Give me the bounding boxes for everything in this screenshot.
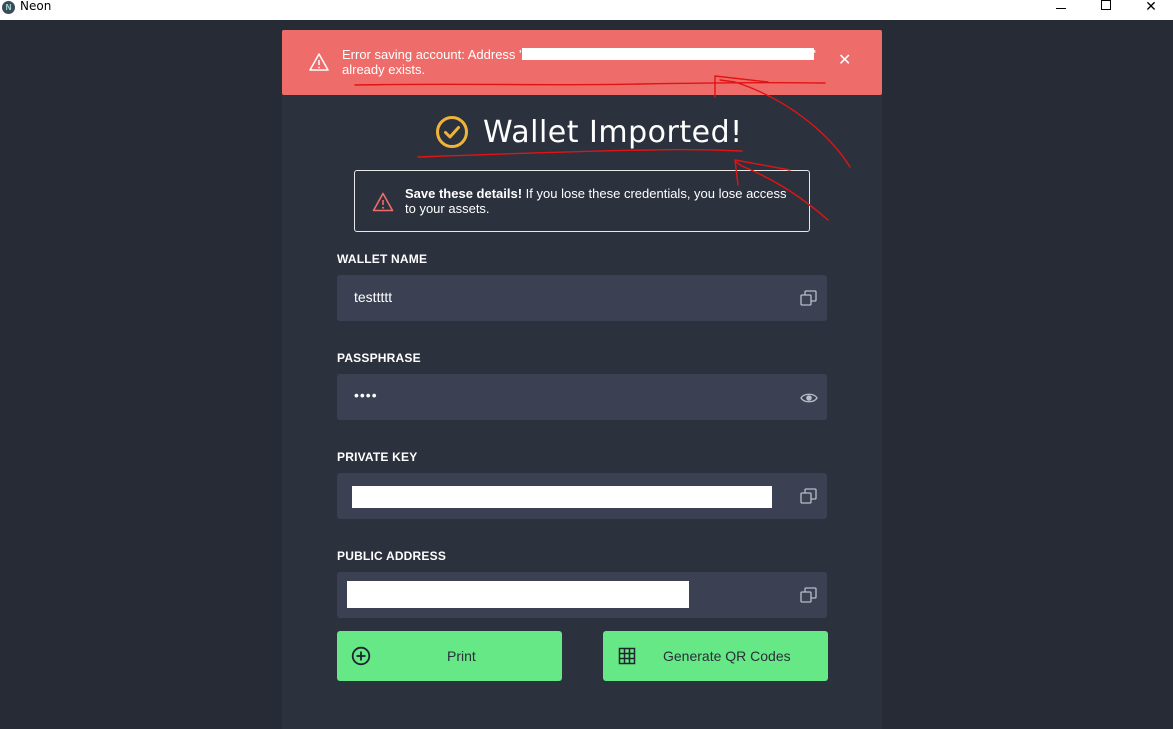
error-text-before: Error saving account: Address ' [342, 47, 522, 62]
minimize-icon [1056, 7, 1066, 9]
page-title: Wallet Imported! [483, 114, 743, 150]
private-key-field[interactable] [337, 473, 827, 519]
passphrase-field[interactable]: •••• [337, 374, 827, 420]
eye-icon[interactable] [800, 390, 818, 406]
redacted-address [521, 48, 814, 60]
public-address-field[interactable] [337, 572, 827, 618]
warning-icon [309, 53, 329, 71]
maximize-icon [1101, 0, 1111, 10]
neon-app-icon: N [2, 1, 15, 14]
print-button[interactable]: Print [337, 631, 562, 681]
window-title: Neon [20, 0, 52, 13]
passphrase-value: •••• [354, 387, 378, 403]
window-close-button[interactable]: ✕ [1136, 0, 1166, 14]
minimize-button[interactable] [1046, 0, 1076, 12]
redacted-public-address [347, 581, 689, 608]
copy-icon[interactable] [800, 488, 818, 504]
passphrase-label: PASSPHRASE [337, 351, 421, 365]
plus-circle-icon [351, 646, 371, 666]
maximize-button[interactable] [1091, 0, 1121, 12]
wallet-name-label: WALLET NAME [337, 252, 428, 266]
close-icon: ✕ [1145, 0, 1157, 14]
error-close-button[interactable]: ✕ [838, 52, 851, 70]
public-address-label: PUBLIC ADDRESS [337, 549, 447, 563]
copy-icon[interactable] [800, 587, 818, 603]
notice-text: Save these details! If you lose these cr… [405, 186, 795, 216]
private-key-label: PRIVATE KEY [337, 450, 418, 464]
generate-qr-button[interactable]: Generate QR Codes [603, 631, 828, 681]
generate-qr-label: Generate QR Codes [663, 648, 791, 664]
check-circle-icon [436, 116, 468, 148]
error-message: Error saving account: Address ' ' already… [342, 47, 842, 77]
warning-icon [372, 192, 394, 212]
grid-icon [618, 647, 636, 665]
wallet-name-value: testtttt [354, 289, 393, 305]
wallet-name-field[interactable]: testtttt [337, 275, 827, 321]
copy-icon[interactable] [800, 290, 818, 306]
redacted-private-key [352, 486, 772, 508]
notice-bold: Save these details! [405, 186, 523, 201]
error-banner: Error saving account: Address ' ' already… [282, 30, 882, 95]
window-title-bar: N Neon ✕ [0, 0, 1173, 20]
save-details-notice: Save these details! If you lose these cr… [354, 170, 810, 232]
print-label: Print [447, 648, 476, 664]
page-heading: Wallet Imported! [435, 112, 743, 152]
